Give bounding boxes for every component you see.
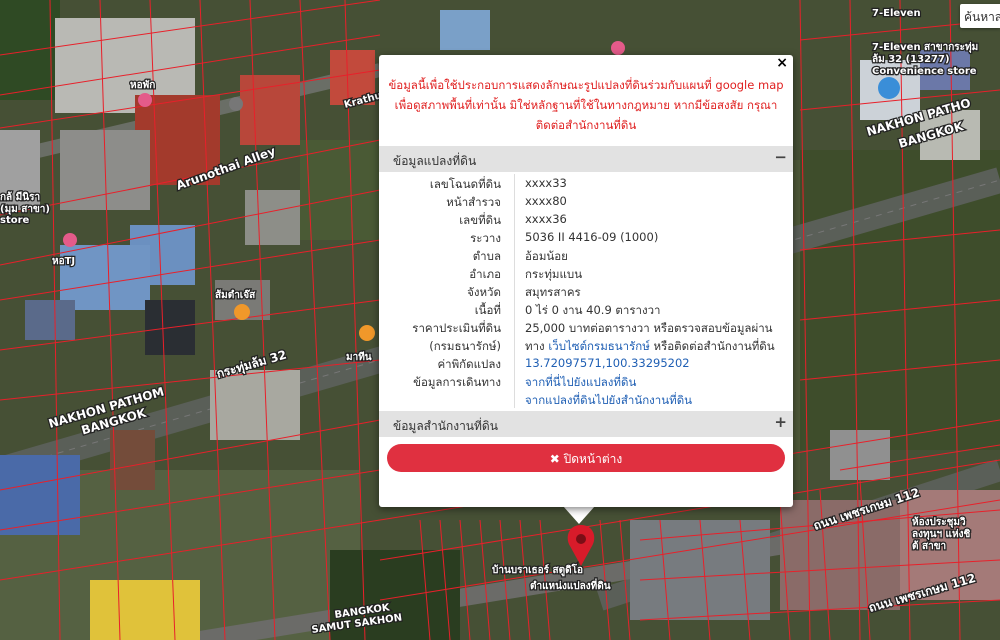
table-row: เนื้อที่ 0 ไร่ 0 งาน 40.9 ตารางวา — [379, 300, 793, 318]
close-window-button[interactable]: ✖ ปิดหน้าต่าง — [387, 444, 785, 472]
food-pin-icon[interactable] — [234, 304, 250, 320]
land-info-popup: × ข้อมูลนี้เพื่อใช้ประกอบการแสดงลักษณะรู… — [379, 55, 793, 507]
disclaimer-text: ข้อมูลนี้เพื่อใช้ประกอบการแสดงลักษณะรูปแ… — [388, 78, 784, 132]
coords-link[interactable]: 13.72097571,100.33295202 — [525, 356, 690, 370]
label-store: store — [0, 215, 30, 226]
row-value: 5036 II 4416-09 (1000) — [525, 230, 659, 244]
label-clinic2: (มุม สาขา) — [0, 204, 50, 215]
label-land-position: ตำแหน่งแปลงที่ดิน — [530, 578, 611, 592]
label-mathin: มาทีน — [346, 351, 372, 363]
pink-pin-icon[interactable] — [611, 41, 625, 55]
label-thai-right3: ต้ สาขา — [912, 540, 946, 552]
row-value: xxxx80 — [525, 194, 567, 208]
section-parcel-info-title: ข้อมูลแปลงที่ดิน — [393, 154, 477, 168]
price-suffix: หรือติดต่อสำนักงานที่ดิน — [649, 339, 775, 353]
label-hotj: หอTJ — [52, 256, 75, 267]
table-row: เลขที่ดิน xxxx36 — [379, 210, 793, 228]
table-row: เลขโฉนดที่ดิน xxxx33 — [379, 174, 793, 192]
close-icon[interactable]: × — [776, 55, 788, 71]
table-row: จังหวัด สมุทรสาคร — [379, 282, 793, 300]
row-value: xxxx33 — [525, 176, 567, 190]
row-value: xxxx36 — [525, 212, 567, 226]
collapse-icon[interactable]: − — [774, 148, 787, 166]
hopak-pin-icon[interactable] — [138, 93, 152, 107]
price-row-2: (กรมธนารักษ์) ทาง เว็บไซต์กรมธนารักษ์ หรื… — [379, 336, 793, 354]
section-land-office-title: ข้อมูลสำนักงานที่ดิน — [393, 419, 498, 433]
label-thai-right: ห้องประชุมวิ — [912, 516, 966, 528]
hotj-pin-icon[interactable] — [63, 233, 77, 247]
price-prefix: ทาง — [525, 339, 549, 353]
label-7eleven-sub: 7-Eleven สาขากระทุ่ม — [872, 41, 978, 53]
travel-row-2: จากแปลงที่ดินไปยังสำนักงานที่ดิน — [379, 390, 793, 408]
treasury-website-link[interactable]: เว็บไซต์กรมธนารักษ์ — [548, 339, 650, 353]
parcel-info-table: เลขโฉนดที่ดิน xxxx33 หน้าสำรวจ xxxx80 เลขท… — [379, 174, 793, 408]
label-hopak: หอพัก — [130, 79, 155, 91]
section-parcel-info-header[interactable]: ข้อมูลแปลงที่ดิน − — [379, 146, 793, 172]
travel-row: ข้อมูลการเดินทาง จากที่นี่ไปยังแปลงที่ดิน — [379, 372, 793, 390]
label-thai-right2: ลงทุนฯ แห่งชิ — [912, 528, 970, 540]
food-pin-2-icon[interactable] — [359, 325, 375, 341]
table-row: ระวาง 5036 II 4416-09 (1000) — [379, 228, 793, 246]
directions-to-parcel-link[interactable]: จากที่นี่ไปยังแปลงที่ดิน — [525, 375, 636, 389]
table-row: หน้าสำรวจ xxxx80 — [379, 192, 793, 210]
label-7eleven-sub2: ล้ม 32 (13277) — [872, 53, 950, 65]
search-input[interactable]: ค้นหาส — [960, 4, 1000, 28]
price-row: ราคาประเมินที่ดิน 25,000 บาทต่อตารางวา หร… — [379, 318, 793, 336]
coords-row: ค่าพิกัดแปลง 13.72097571,100.33295202 — [379, 354, 793, 372]
label-apartment: บ้านบราเธอร์ สตูดิโอ — [492, 563, 583, 577]
section-land-office-header[interactable]: ข้อมูลสำนักงานที่ดิน + — [379, 411, 793, 437]
convenience-store-pin-icon[interactable] — [878, 77, 900, 99]
label-convenience: Convenience store — [872, 66, 977, 77]
place-pin-icon[interactable] — [229, 97, 243, 111]
table-row: ตำบล อ้อมน้อย — [379, 246, 793, 264]
directions-to-office-link[interactable]: จากแปลงที่ดินไปยังสำนักงานที่ดิน — [525, 393, 692, 407]
expand-icon[interactable]: + — [774, 413, 787, 431]
table-row: อำเภอ กระทุ่มแบน — [379, 264, 793, 282]
popup-tail — [563, 506, 595, 524]
label-7eleven: 7-Eleven — [872, 8, 921, 19]
label-somtam: ส้มตำเจ๊ส — [215, 289, 256, 301]
label-clinic: กล้ มีนิรา — [0, 191, 40, 203]
